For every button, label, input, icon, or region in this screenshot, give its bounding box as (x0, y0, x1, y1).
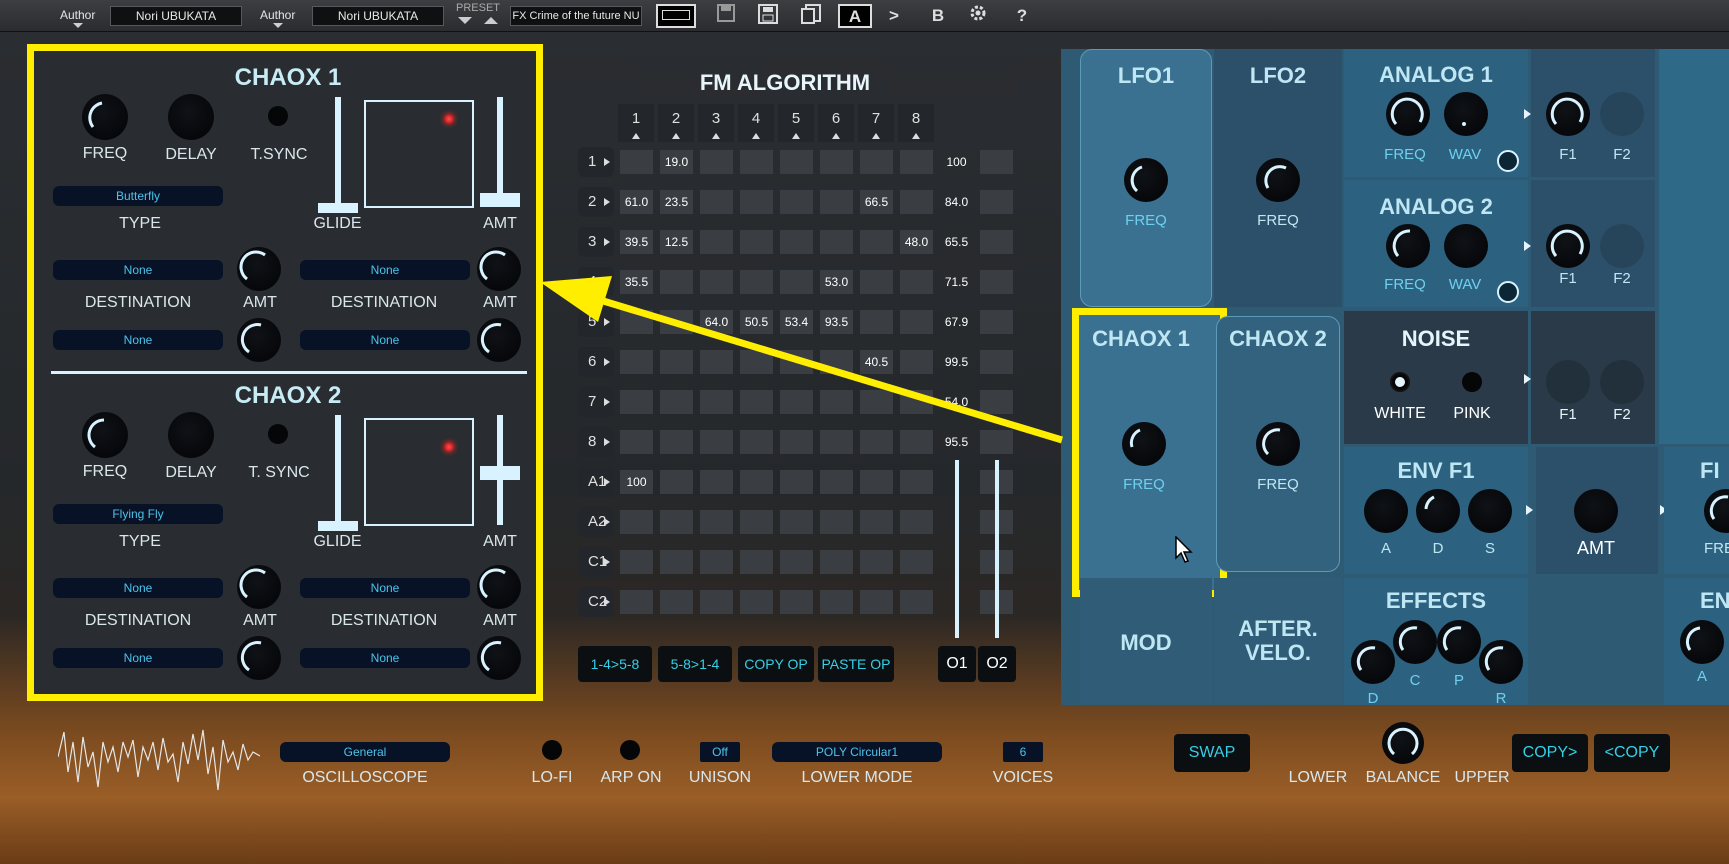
lower-mode-select[interactable]: POLY Circular1 (772, 742, 942, 762)
synth-window: Author Nori UBUKATA Author Nori UBUKATA … (0, 0, 1729, 864)
upper-label: UPPER (1454, 769, 1510, 786)
unison-select[interactable]: Off (700, 742, 740, 762)
unison-label: UNISON (688, 769, 752, 786)
arp-on-toggle[interactable] (620, 740, 640, 760)
copy-left-button[interactable]: <COPY (1594, 734, 1670, 772)
swap-button[interactable]: SWAP (1174, 734, 1250, 772)
oscilloscope-display (58, 729, 260, 791)
lofi-label: LO-FI (531, 769, 573, 786)
oscilloscope-label: OSCILLOSCOPE (302, 769, 428, 786)
oscilloscope-select[interactable]: General (280, 742, 450, 762)
lower-mode-label: LOWER MODE (801, 769, 913, 786)
voices-label: VOICES (992, 769, 1054, 786)
copy-right-button[interactable]: COPY> (1512, 734, 1588, 772)
voices-select[interactable]: 6 (1003, 742, 1043, 762)
balance-label: BALANCE (1365, 769, 1441, 786)
arp-on-label: ARP ON (600, 769, 662, 786)
lower-label: LOWER (1288, 769, 1348, 786)
lofi-toggle[interactable] (542, 740, 562, 760)
balance-knob[interactable] (1382, 722, 1424, 764)
